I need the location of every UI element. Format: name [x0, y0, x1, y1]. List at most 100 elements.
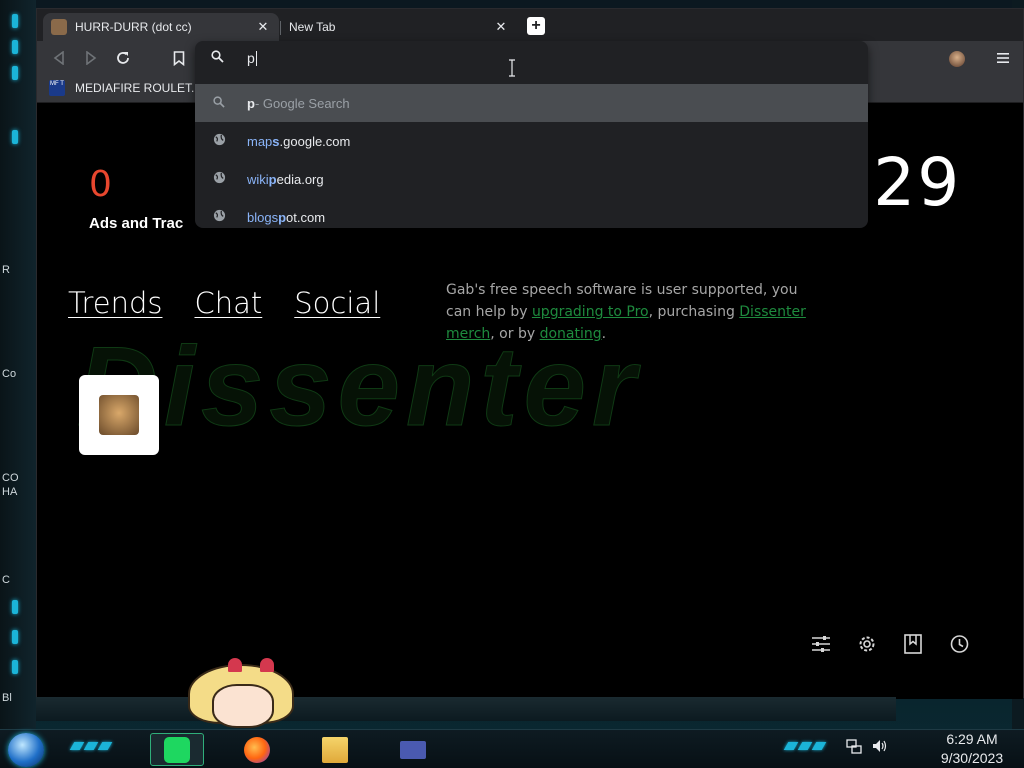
- suggestion-url-match: wiki: [247, 171, 269, 187]
- bookmark-mediafire-roulette[interactable]: MF T MEDIAFIRE ROULET...: [49, 80, 201, 96]
- bookmark-label: MEDIAFIRE ROULET...: [75, 81, 202, 95]
- globe-icon: [211, 133, 227, 149]
- close-icon[interactable]: ✕: [493, 19, 509, 35]
- tab-strip: HURR-DURR (dot cc) ✕ New Tab ✕ +: [37, 9, 1023, 41]
- tab-new-tab[interactable]: New Tab ✕: [281, 13, 517, 41]
- menu-button[interactable]: [993, 47, 1013, 69]
- support-text: .: [601, 326, 607, 342]
- taskbar-app-spotify[interactable]: [150, 733, 204, 766]
- window-frame-bottom: [36, 697, 896, 721]
- taskbar-app-explorer[interactable]: [308, 733, 362, 766]
- system-time: 6:29 AM: [946, 731, 998, 747]
- network-icon[interactable]: [846, 738, 862, 757]
- ads-blocked-count: 0: [89, 164, 112, 205]
- frame-light: [12, 40, 18, 54]
- browser-window: HURR-DURR (dot cc) ✕ New Tab ✕ + MF T ME…: [36, 8, 1024, 699]
- omnibox-dropdown: p p - Google Search map s .google.com wi…: [195, 41, 868, 228]
- suggestion-typed: p: [247, 95, 255, 111]
- omnibox-value: p: [247, 50, 255, 66]
- suggestion-url-typed: p: [278, 209, 287, 225]
- reload-button[interactable]: [111, 47, 135, 69]
- forward-button[interactable]: [79, 47, 103, 69]
- close-icon[interactable]: ✕: [255, 19, 271, 35]
- hamburger-icon: [997, 53, 1009, 63]
- suggestion-url-rest: edia.org: [276, 171, 324, 187]
- tab-favicon: [51, 19, 67, 35]
- suggestion-url-match: map: [247, 133, 273, 149]
- profile-avatar[interactable]: [949, 51, 965, 67]
- suggestion-url[interactable]: wiki p edia.org: [195, 160, 868, 198]
- desktop-icon-label[interactable]: R: [2, 264, 10, 276]
- globe-icon: [211, 171, 227, 187]
- suggestion-url-typed: p: [268, 171, 277, 187]
- desktop-left-frame: [0, 0, 36, 730]
- volume-icon[interactable]: [872, 738, 888, 757]
- suggestion-url-match: blogs: [247, 209, 279, 225]
- text-caret: [255, 50, 257, 66]
- frame-light: [12, 66, 18, 80]
- taskbar-app-firefox[interactable]: [230, 733, 284, 766]
- frame-light: [12, 14, 18, 28]
- frame-light: [12, 630, 18, 644]
- site-shortcut-tile[interactable]: [79, 375, 159, 455]
- ibeam-cursor-icon: [508, 59, 516, 77]
- support-message: Gab's free speech software is user suppo…: [446, 279, 806, 345]
- firefox-icon: [244, 736, 270, 763]
- bookmark-button[interactable]: [167, 47, 191, 69]
- frame-light: [12, 600, 18, 614]
- system-tray: [846, 738, 888, 757]
- nav-link-chat[interactable]: Chat: [194, 286, 262, 320]
- app-window-icon: [400, 740, 426, 759]
- new-tab-button[interactable]: +: [527, 17, 545, 35]
- search-icon: [211, 50, 227, 66]
- spotify-icon: [164, 736, 190, 763]
- suggestion-url-rest: .google.com: [279, 133, 351, 149]
- shortcut-thumbnail: [99, 395, 139, 435]
- suggestion-url[interactable]: blogs p ot.com: [195, 198, 868, 236]
- sticker-horn: [228, 658, 242, 672]
- history-icon[interactable]: [947, 632, 971, 656]
- desktop-icon-label[interactable]: Bl: [2, 692, 12, 704]
- taskbar: 6:29 AM 9/30/2023: [0, 729, 1024, 768]
- taskbar-app-window[interactable]: [386, 733, 440, 766]
- bookmarks-icon[interactable]: [901, 632, 925, 656]
- desktop-icon-label[interactable]: CO: [2, 472, 19, 484]
- back-button[interactable]: [47, 47, 71, 69]
- nav-link-trends[interactable]: Trends: [68, 286, 162, 320]
- suggestion-url-rest: ot.com: [286, 209, 326, 225]
- forward-icon: [86, 51, 97, 65]
- page-tools: [809, 632, 971, 656]
- reload-icon: [117, 52, 129, 64]
- ads-blocked-label: Ads and Trac: [89, 215, 184, 232]
- upgrade-pro-link[interactable]: upgrading to Pro: [532, 304, 649, 320]
- system-clock[interactable]: 6:29 AM 9/30/2023: [930, 730, 1014, 768]
- back-icon: [53, 51, 64, 65]
- suggestion-url-typed: s: [272, 133, 280, 149]
- system-date: 9/30/2023: [940, 750, 1004, 766]
- bookmark-icon: [173, 50, 185, 66]
- donate-link[interactable]: donating: [540, 326, 602, 342]
- taskbar-decoration: [783, 742, 827, 750]
- desktop-icon-label[interactable]: HA: [2, 486, 17, 498]
- bookmark-favicon: MF T: [49, 80, 65, 96]
- frame-light: [12, 660, 18, 674]
- sliders-icon[interactable]: [809, 632, 833, 656]
- gear-icon[interactable]: [855, 632, 879, 656]
- tab-hurr-durr[interactable]: HURR-DURR (dot cc) ✕: [43, 13, 279, 41]
- desktop-icon-label[interactable]: C: [2, 574, 10, 586]
- globe-icon: [211, 209, 227, 225]
- start-button[interactable]: [8, 733, 44, 767]
- nav-link-social[interactable]: Social: [294, 286, 380, 320]
- suggestion-google-search[interactable]: p - Google Search: [195, 84, 868, 122]
- desktop: R Co CO HA C Bl HURR-DURR (dot cc) ✕ New…: [0, 0, 1024, 768]
- support-text: , purchasing: [648, 304, 740, 320]
- frame-light: [12, 130, 18, 144]
- desktop-icon-label[interactable]: Co: [2, 368, 16, 380]
- suggestion-url[interactable]: map s .google.com: [195, 122, 868, 160]
- tab-title: New Tab: [289, 20, 336, 34]
- sticker-horn: [260, 658, 274, 672]
- omnibox-input[interactable]: p: [195, 41, 868, 75]
- search-icon: [211, 95, 227, 111]
- folder-icon: [322, 736, 348, 763]
- page-nav: Trends Chat Social: [68, 286, 380, 320]
